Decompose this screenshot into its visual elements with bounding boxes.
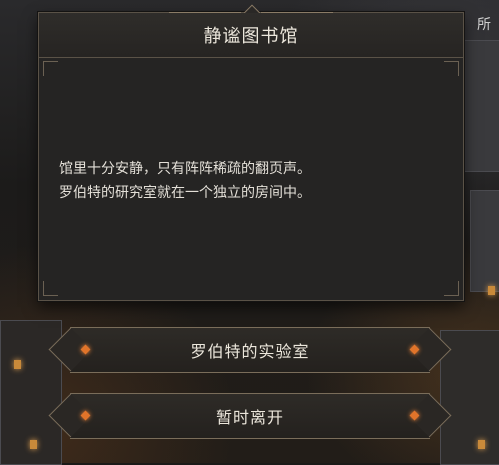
- background-building: [470, 190, 499, 292]
- choice-label: 暂时离开: [215, 408, 284, 427]
- corner-ornament: [444, 281, 459, 296]
- lit-window: [488, 286, 495, 295]
- dialog-header: 静谧图书馆: [39, 13, 463, 58]
- dialog-body: 馆里十分安静，只有阵阵稀疏的翻页声。 罗伯特的研究室就在一个独立的房间中。: [59, 157, 443, 205]
- gem-icon: [409, 410, 420, 421]
- lit-window: [14, 360, 21, 369]
- choice-leave-button[interactable]: 暂时离开: [70, 393, 430, 439]
- gem-icon: [80, 410, 91, 421]
- dialog-title: 静谧图书馆: [203, 26, 299, 47]
- corner-ornament: [43, 281, 58, 296]
- lit-window: [478, 440, 485, 449]
- gem-icon: [80, 344, 91, 355]
- background-building: [462, 40, 499, 172]
- corner-ornament: [444, 61, 459, 76]
- dialog-text-line: 馆里十分安静，只有阵阵稀疏的翻页声。: [59, 161, 311, 177]
- corner-ornament: [43, 61, 58, 76]
- dialog-panel: 静谧图书馆 馆里十分安静，只有阵阵稀疏的翻页声。 罗伯特的研究室就在一个独立的房…: [38, 4, 464, 301]
- corner-label: 所: [477, 17, 491, 33]
- choice-robert-lab-button[interactable]: 罗伯特的实验室: [70, 327, 430, 373]
- choice-label: 罗伯特的实验室: [190, 342, 310, 361]
- lit-window: [30, 440, 37, 449]
- gem-icon: [409, 344, 420, 355]
- dialog-text-line: 罗伯特的研究室就在一个独立的房间中。: [59, 185, 311, 201]
